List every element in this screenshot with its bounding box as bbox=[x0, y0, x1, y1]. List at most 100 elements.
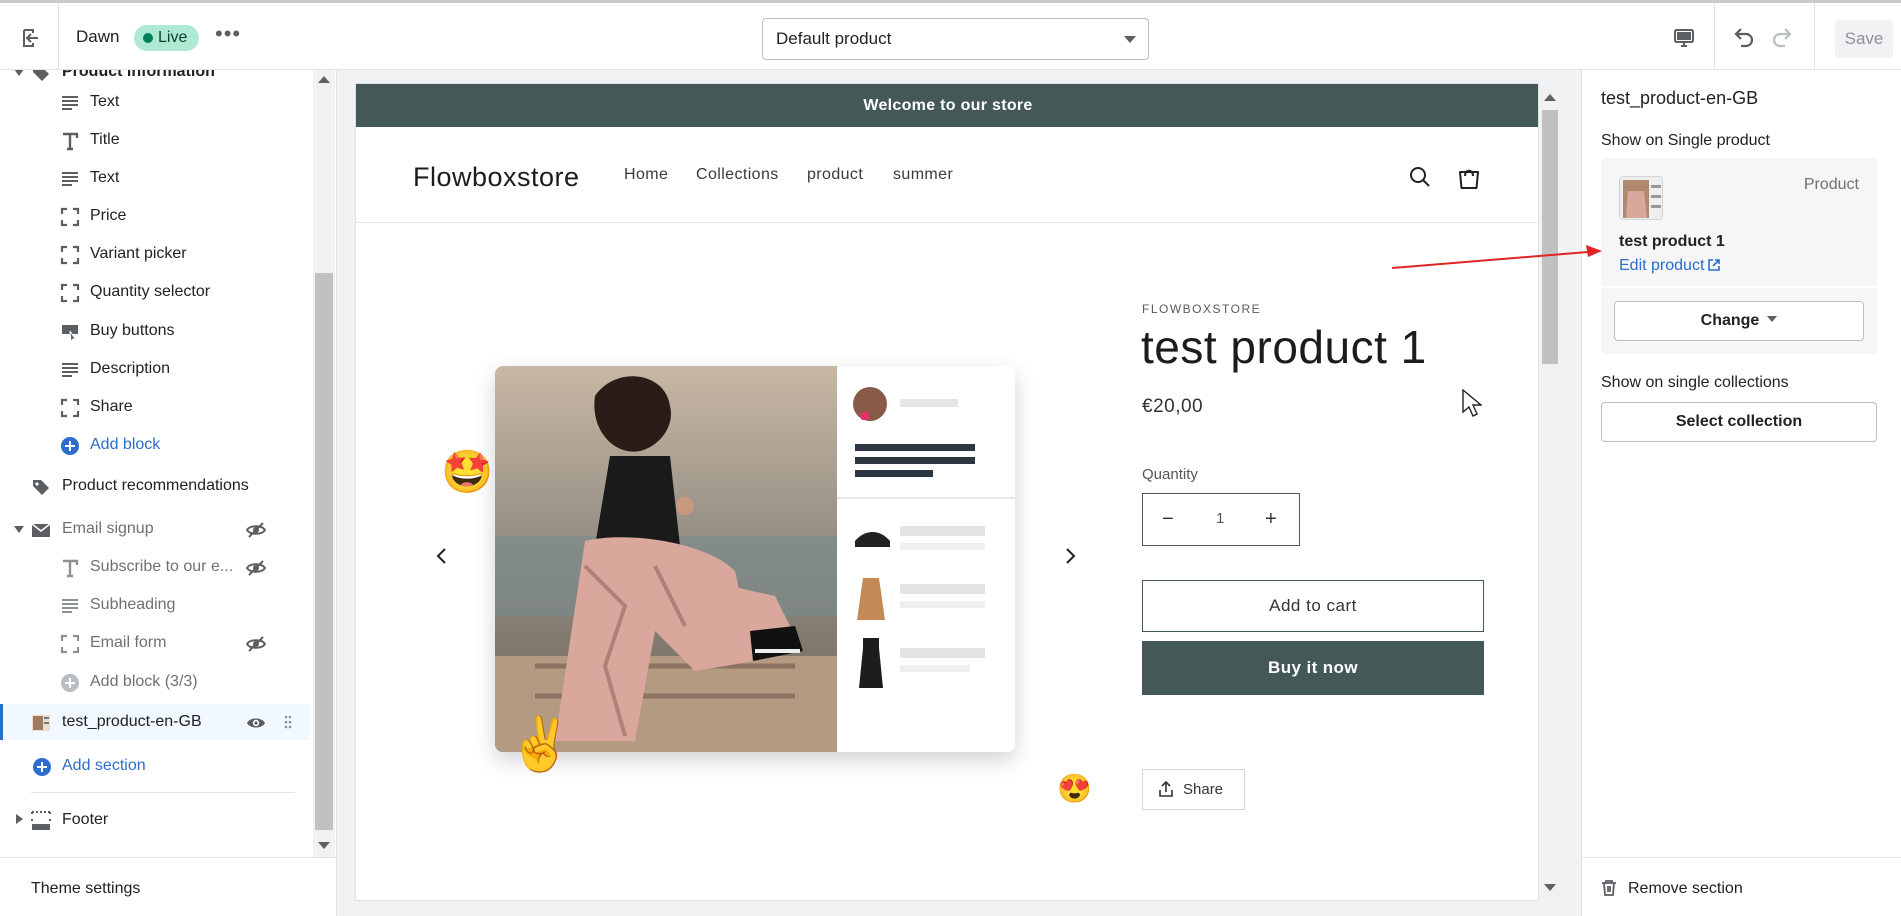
text-lines-icon bbox=[62, 599, 78, 613]
share-label: Share bbox=[1183, 781, 1224, 798]
remove-section-label: Remove section bbox=[1628, 880, 1743, 897]
sidebar-item-label: Add section bbox=[62, 757, 146, 774]
more-actions-icon[interactable]: ••• bbox=[215, 21, 241, 47]
sidebar-item-quantity-selector[interactable]: Quantity selector bbox=[0, 274, 310, 310]
announcement-bar[interactable]: Welcome to our store bbox=[356, 84, 1538, 127]
nav-home[interactable]: Home bbox=[624, 166, 668, 184]
section-footer[interactable]: Footer bbox=[0, 802, 310, 838]
nav-product[interactable]: product bbox=[807, 166, 863, 184]
sidebar-item-description[interactable]: Description bbox=[0, 351, 310, 387]
sidebar-item-email-form[interactable]: Email form bbox=[0, 625, 310, 661]
divider bbox=[31, 792, 295, 793]
sidebar-item-subscribe-heading[interactable]: Subscribe to our e... bbox=[0, 549, 310, 585]
scroll-down-arrow-icon[interactable] bbox=[1544, 884, 1556, 891]
selected-product-name: test product 1 bbox=[1619, 233, 1725, 250]
quantity-stepper[interactable]: − 1 + bbox=[1142, 493, 1300, 546]
chevron-right-icon[interactable] bbox=[1062, 546, 1078, 566]
product-photo-illustration bbox=[495, 366, 1015, 752]
victory-hand-emoji: ✌ bbox=[508, 716, 573, 774]
scroll-up-arrow-icon[interactable] bbox=[318, 76, 330, 83]
single-collections-label: Show on single collections bbox=[1601, 374, 1789, 391]
dashed-frame-icon bbox=[60, 634, 80, 654]
sidebar-item-variant-picker[interactable]: Variant picker bbox=[0, 236, 310, 272]
sidebar-item-buy-buttons[interactable]: Buy buttons bbox=[0, 313, 310, 349]
section-product-recommendations[interactable]: Product recommendations bbox=[0, 468, 310, 504]
template-select[interactable]: Default product bbox=[762, 18, 1149, 60]
exit-icon[interactable] bbox=[20, 27, 42, 49]
save-button[interactable]: Save bbox=[1835, 20, 1893, 58]
text-lines-icon bbox=[62, 363, 78, 377]
sidebar-item-label: Add block bbox=[90, 436, 161, 453]
sidebar-scroll-thumb[interactable] bbox=[315, 273, 333, 830]
section-test-product[interactable]: test_product-en-GB bbox=[0, 704, 310, 740]
eye-hidden-icon[interactable] bbox=[246, 520, 266, 540]
nav-collections[interactable]: Collections bbox=[696, 166, 779, 184]
section-email-signup[interactable]: Email signup bbox=[0, 511, 310, 547]
sidebar-item-text[interactable]: Text bbox=[0, 84, 310, 120]
store-logo[interactable]: Flowboxstore bbox=[413, 162, 580, 193]
eye-icon[interactable] bbox=[246, 713, 266, 733]
add-section-button[interactable]: Add section bbox=[0, 748, 310, 784]
plus-circle-icon bbox=[61, 674, 79, 692]
nav-summer[interactable]: summer bbox=[893, 166, 953, 184]
buy-now-button[interactable]: Buy it now bbox=[1142, 641, 1484, 695]
minus-icon[interactable]: − bbox=[1162, 508, 1174, 531]
chevron-down-icon bbox=[1124, 36, 1136, 43]
mouse-cursor-icon bbox=[1462, 389, 1482, 417]
theme-settings-link[interactable]: Theme settings bbox=[0, 857, 336, 916]
edit-product-link[interactable]: Edit product bbox=[1619, 257, 1721, 275]
sidebar-item-title[interactable]: Title bbox=[0, 122, 310, 158]
change-label: Change bbox=[1700, 312, 1760, 329]
desktop-preview-icon[interactable] bbox=[1673, 27, 1695, 49]
chevron-left-icon[interactable] bbox=[434, 546, 450, 566]
panel-title: test_product-en-GB bbox=[1601, 88, 1759, 108]
scroll-down-arrow-icon[interactable] bbox=[318, 842, 330, 849]
share-button[interactable]: Share bbox=[1142, 769, 1245, 810]
sidebar-item-subheading[interactable]: Subheading bbox=[0, 587, 310, 623]
envelope-icon bbox=[31, 523, 51, 537]
chevron-down-icon[interactable] bbox=[14, 526, 24, 533]
sidebar-item-label: Price bbox=[90, 207, 127, 224]
preview-scroll-thumb[interactable] bbox=[1542, 110, 1558, 364]
eye-hidden-icon[interactable] bbox=[246, 558, 266, 578]
chevron-right-icon[interactable] bbox=[16, 814, 23, 824]
plus-icon[interactable]: + bbox=[1265, 508, 1277, 531]
divider bbox=[1601, 286, 1877, 288]
quantity-value[interactable]: 1 bbox=[1216, 510, 1224, 527]
product-thumbnail bbox=[1619, 176, 1663, 220]
cart-icon[interactable] bbox=[1457, 164, 1481, 190]
title-t-icon bbox=[63, 559, 79, 578]
sidebar-item-label: Add block (3/3) bbox=[90, 673, 198, 690]
sidebar-item-label: Text bbox=[90, 169, 120, 186]
sidebar-item-text[interactable]: Text bbox=[0, 160, 310, 196]
share-icon bbox=[1159, 781, 1173, 797]
add-block-button[interactable]: Add block bbox=[0, 427, 310, 463]
eye-hidden-icon[interactable] bbox=[246, 634, 266, 654]
sidebar-item-label: Title bbox=[90, 131, 120, 148]
search-icon[interactable] bbox=[1408, 165, 1432, 189]
product-media-image[interactable] bbox=[495, 366, 1015, 752]
add-block-disabled: Add block (3/3) bbox=[0, 664, 310, 700]
sidebar-item-label: Share bbox=[90, 398, 133, 415]
change-button[interactable]: Change bbox=[1614, 301, 1864, 341]
add-to-cart-button[interactable]: Add to cart bbox=[1142, 580, 1484, 632]
sidebar-item-price[interactable]: Price bbox=[0, 198, 310, 234]
divider bbox=[1814, 3, 1815, 70]
redo-icon[interactable] bbox=[1770, 25, 1796, 51]
drag-handle-icon[interactable] bbox=[283, 714, 293, 730]
title-t-icon bbox=[63, 132, 79, 151]
product-title: test product 1 bbox=[1141, 321, 1427, 373]
section-tree: Product information Text Title Text Pric… bbox=[0, 70, 310, 860]
product-thumbnail-icon bbox=[32, 715, 50, 731]
remove-section-button[interactable]: Remove section bbox=[1582, 857, 1901, 916]
undo-icon[interactable] bbox=[1730, 25, 1756, 51]
select-collection-button[interactable]: Select collection bbox=[1601, 402, 1877, 442]
plus-circle-icon bbox=[61, 437, 79, 455]
external-link-icon bbox=[1708, 259, 1721, 271]
template-select-value: Default product bbox=[776, 29, 892, 48]
scroll-up-arrow-icon[interactable] bbox=[1544, 94, 1556, 101]
chevron-down-icon[interactable] bbox=[14, 70, 24, 76]
heart-eyes-emoji: 😍 bbox=[1057, 773, 1092, 804]
sidebar-item-share[interactable]: Share bbox=[0, 389, 310, 425]
theme-name: Dawn bbox=[76, 27, 120, 46]
